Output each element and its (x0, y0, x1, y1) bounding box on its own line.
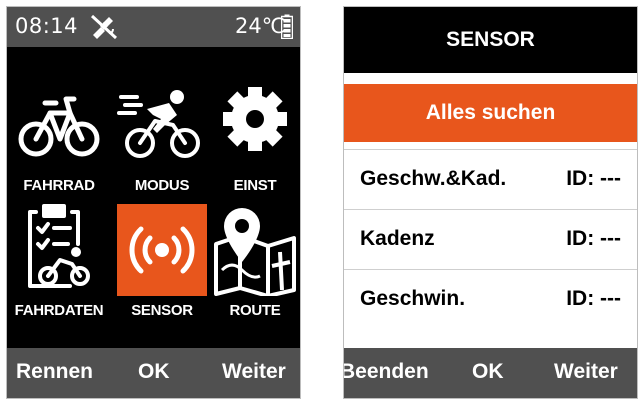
menu-item-einst[interactable]: EINST (210, 79, 300, 199)
ok-button[interactable]: OK (138, 360, 170, 384)
gps-off-icon (90, 14, 118, 40)
menu-item-fahrdaten[interactable]: FAHRDATEN (14, 204, 104, 324)
ok-button[interactable]: OK (472, 360, 504, 384)
sensor-id: ID: --- (566, 167, 621, 190)
search-all-button[interactable]: Alles suchen (344, 84, 637, 142)
sensor-row-speed-cadence[interactable]: Geschw.&Kad. ID: --- (344, 149, 637, 209)
menu-item-modus[interactable]: MODUS (117, 79, 207, 199)
main-menu-screen: 08:14 24℃ FAHRRAD MODUS EINST FAHRDATEN … (6, 6, 301, 399)
sensor-icon (129, 226, 195, 274)
clock-time: 08:14 (15, 14, 79, 38)
route-map-icon (214, 208, 296, 296)
battery-icon (281, 14, 293, 39)
menu-label: FAHRRAD (23, 177, 95, 194)
sensor-name: Geschw.&Kad. (360, 167, 507, 190)
weiter-button[interactable]: Weiter (554, 360, 618, 384)
menu-label: ROUTE (229, 302, 281, 319)
sensor-row-cadence[interactable]: Kadenz ID: --- (344, 209, 637, 269)
sensor-screen: SENSOR Alles suchen Geschw.&Kad. ID: ---… (343, 6, 638, 399)
menu-item-sensor[interactable]: SENSOR (117, 204, 207, 324)
sensor-row-speed[interactable]: Geschwin. ID: --- (344, 269, 637, 329)
temperature-readout: 24℃ (235, 14, 286, 38)
menu-item-fahrrad[interactable]: FAHRRAD (14, 79, 104, 199)
menu-label: EINST (233, 177, 277, 194)
bicycle-icon (18, 96, 100, 157)
menu-item-route[interactable]: ROUTE (210, 204, 300, 324)
sensor-name: Geschwin. (360, 287, 466, 310)
sensor-id: ID: --- (566, 227, 621, 250)
rennen-button[interactable]: Rennen (16, 360, 93, 384)
sensor-name: Kadenz (360, 227, 435, 250)
gear-icon (223, 87, 287, 151)
cyclist-icon (117, 90, 200, 158)
menu-label: FAHRDATEN (14, 302, 104, 319)
softkey-bar: Rennen OK Weiter (7, 348, 300, 398)
ride-data-icon (28, 204, 90, 288)
page-title: SENSOR (344, 7, 637, 73)
status-bar: 08:14 24℃ (7, 7, 300, 47)
weiter-button[interactable]: Weiter (222, 360, 286, 384)
softkey-bar: Beenden OK Weiter (344, 348, 637, 398)
beenden-button[interactable]: Beenden (344, 360, 429, 384)
sensor-id: ID: --- (566, 287, 621, 310)
